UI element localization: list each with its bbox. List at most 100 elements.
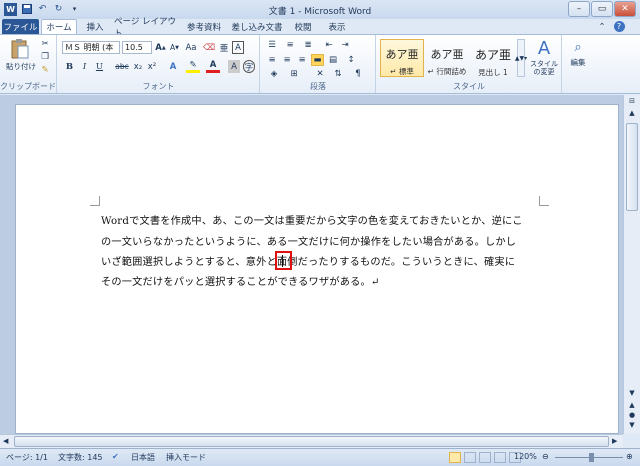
horizontal-scroll-thumb[interactable] — [14, 436, 609, 447]
asian-layout-icon[interactable]: ✕ — [313, 68, 327, 80]
word-count[interactable]: 文字数: 145 — [58, 452, 103, 463]
doc-line-4[interactable]: その一文だけをパッと選択することができるワザがある。↵ — [101, 273, 380, 288]
maximize-button[interactable]: ▭ — [591, 1, 613, 17]
clipboard-group-label: クリップボード — [0, 82, 56, 91]
format-painter-icon[interactable]: ✎ — [39, 65, 51, 75]
distributed-icon[interactable]: ▤ — [327, 54, 339, 66]
styles-scroll[interactable]: ▲▼▾ — [515, 39, 527, 77]
sort-icon[interactable]: ⇅ — [331, 68, 345, 80]
minimize-button[interactable]: – — [568, 1, 590, 17]
justify-icon[interactable]: ▬ — [311, 54, 324, 66]
text-effects-icon[interactable]: A — [166, 60, 180, 73]
font-size-combo[interactable]: 10.5 — [122, 41, 152, 54]
grow-font-icon[interactable]: A ▲ — [155, 41, 166, 54]
borders-icon[interactable]: ⊞ — [287, 68, 301, 80]
tab-insert[interactable]: 挿入 — [80, 19, 110, 34]
increase-indent-icon[interactable]: ⇥ — [339, 39, 351, 51]
change-case-icon[interactable]: Aa — [184, 41, 198, 54]
bold-button[interactable]: B — [64, 60, 75, 73]
tab-references[interactable]: 参考資料 — [184, 19, 224, 34]
zoom-in-icon[interactable]: ⊕ — [626, 452, 633, 461]
font-name-combo[interactable]: ＭＳ 明朝 (本 — [62, 41, 120, 54]
zoom-level[interactable]: 120% — [514, 452, 537, 461]
decrease-indent-icon[interactable]: ⇤ — [323, 39, 335, 51]
show-formatting-icon[interactable]: ¶ — [351, 68, 365, 80]
cursor-highlight-box — [275, 251, 292, 270]
scroll-right-icon[interactable]: ▶ — [612, 437, 622, 447]
tab-review[interactable]: 校閲 — [290, 19, 316, 34]
tab-home[interactable]: ホーム — [41, 19, 77, 34]
next-page-icon[interactable]: ▼ — [627, 421, 637, 431]
scroll-down-icon[interactable]: ▼ — [627, 389, 637, 399]
zoom-slider-thumb[interactable] — [588, 453, 594, 462]
clear-formatting-icon[interactable]: ⌫ — [203, 41, 215, 54]
doc-line-3[interactable]: いざ範囲選択しようとすると、意外と面倒だったりするものだ。こういうときに、確実に — [101, 253, 515, 268]
full-screen-reading-icon[interactable] — [464, 452, 476, 463]
window-title: 文書 1 - Microsoft Word — [268, 7, 372, 17]
enclose-characters-icon[interactable]: 字 — [243, 60, 255, 73]
underline-button[interactable]: U — [94, 60, 105, 73]
editing-button[interactable]: 編集 — [565, 57, 591, 67]
phonetic-guide-icon[interactable]: 亜 — [218, 41, 230, 54]
superscript-button[interactable]: x² — [146, 60, 158, 73]
copy-icon[interactable]: ❐ — [39, 52, 51, 62]
align-right-icon[interactable]: ≡ — [296, 54, 308, 66]
zoom-slider[interactable] — [555, 453, 623, 462]
line-spacing-icon[interactable]: ↕ — [345, 54, 357, 66]
cut-icon[interactable]: ✂ — [39, 39, 51, 49]
print-layout-view-icon[interactable] — [449, 452, 461, 463]
language-indicator[interactable]: 日本語 — [131, 452, 155, 463]
doc-line-2[interactable]: の一文いらなかったというように、ある一文だけに何か操作をしたい場合がある。しかし — [101, 233, 516, 248]
character-border-icon[interactable]: A — [232, 41, 244, 54]
ruler-toggle-icon[interactable]: ⊟ — [627, 97, 637, 107]
paste-button[interactable]: 貼り付け — [4, 61, 38, 71]
minimize-ribbon-icon[interactable]: ⌃ — [596, 19, 608, 34]
insert-mode-indicator[interactable]: 挿入モード — [166, 452, 206, 463]
paste-icon[interactable] — [9, 38, 31, 60]
style-no-spacing[interactable]: あア亜 ↵ 行間詰め — [425, 39, 469, 77]
align-left-icon[interactable]: ≡ — [266, 54, 278, 66]
previous-page-icon[interactable]: ▲ — [627, 401, 637, 411]
zoom-out-icon[interactable]: ⊖ — [542, 452, 549, 461]
scroll-left-icon[interactable]: ◀ — [3, 437, 13, 447]
clipboard-group: 貼り付け ✂ ❐ ✎ クリップボード — [0, 35, 57, 93]
character-shading-icon[interactable]: A — [228, 60, 240, 73]
find-icon[interactable]: ⌕ — [569, 39, 587, 55]
style-normal[interactable]: あア亜 ↵ 標準 — [380, 39, 424, 77]
strikethrough-button[interactable]: abc — [114, 60, 130, 73]
proofing-icon[interactable]: ✔ — [112, 452, 119, 461]
font-color-icon[interactable]: A — [206, 60, 220, 73]
multilevel-list-icon[interactable]: ≣ — [301, 39, 315, 51]
vertical-scrollbar[interactable]: ⊟ ▲ ▼ ▲ ● ▼ — [623, 95, 640, 434]
shading-icon[interactable]: ◈ — [267, 68, 281, 80]
align-center-icon[interactable]: ≡ — [281, 54, 293, 66]
subscript-button[interactable]: x₂ — [132, 60, 144, 73]
tab-file[interactable]: ファイル — [2, 19, 39, 34]
change-styles-button[interactable]: スタイルの変更 — [527, 59, 561, 77]
doc-line-1[interactable]: Wordで文書を作成中、あ、この一文は重要だから文字の色を変えておきたいとか、逆… — [101, 212, 523, 227]
italic-button[interactable]: I — [79, 60, 90, 73]
tab-view[interactable]: 表示 — [322, 19, 352, 34]
numbering-icon[interactable]: ≡ — [283, 39, 297, 51]
scroll-up-icon[interactable]: ▲ — [627, 109, 637, 119]
outline-view-icon[interactable] — [494, 452, 506, 463]
change-styles-icon[interactable]: A — [529, 37, 559, 59]
tab-page-layout[interactable]: ページ レイアウト — [114, 17, 182, 39]
font-group-label: フォント — [142, 82, 175, 91]
web-layout-icon[interactable] — [479, 452, 491, 463]
horizontal-scrollbar[interactable]: ◀ ▶ — [0, 434, 623, 448]
page-count[interactable]: ページ: 1/1 — [6, 452, 48, 463]
crop-mark-top-right — [539, 196, 549, 206]
crop-mark-top-left — [90, 196, 100, 206]
browse-object-icon[interactable]: ● — [627, 411, 637, 421]
bullets-icon[interactable]: ☰ — [265, 39, 279, 51]
shrink-font-icon[interactable]: A ▼ — [169, 41, 180, 54]
tab-mailings[interactable]: 差し込み文書 — [230, 19, 284, 34]
document-page[interactable] — [15, 104, 619, 434]
help-icon[interactable]: ? — [612, 19, 626, 34]
highlight-icon[interactable]: ✎ — [186, 60, 200, 73]
vertical-scroll-thumb[interactable] — [626, 123, 638, 211]
ribbon: 貼り付け ✂ ❐ ✎ クリップボード ＭＳ 明朝 (本 10.5 A ▲ A ▼ A… — [0, 34, 640, 94]
close-button[interactable]: ✕ — [614, 1, 636, 17]
style-heading-1[interactable]: あア亜 見出し 1 — [471, 39, 515, 77]
